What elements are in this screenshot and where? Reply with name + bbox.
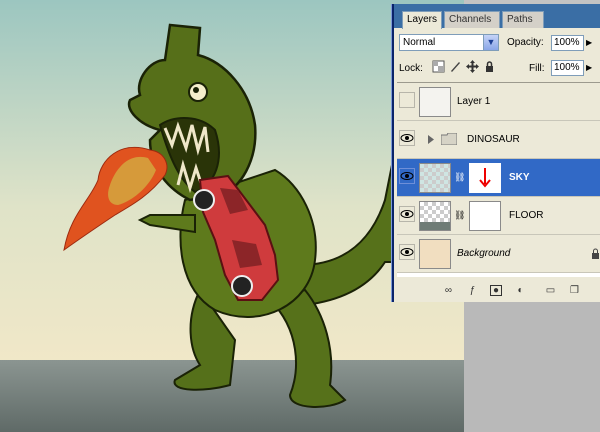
add-mask-icon[interactable]: ● — [490, 285, 502, 296]
tab-layers[interactable]: Layers — [402, 11, 442, 29]
panel-tab-bar: Layers Channels Paths — [394, 4, 600, 29]
new-group-icon[interactable]: ▭ — [544, 285, 557, 297]
layer-thumbnail — [419, 87, 451, 117]
layer-style-icon[interactable]: ƒ — [466, 285, 479, 297]
chevron-down-icon[interactable]: ▼ — [483, 35, 498, 50]
lock-label: Lock: — [399, 63, 423, 74]
lock-all-icon[interactable] — [483, 60, 496, 73]
opacity-slider-arrow-icon[interactable]: ▶ — [586, 38, 592, 47]
layer-name: Layer 1 — [457, 96, 491, 107]
lock-image-pixels-icon[interactable] — [449, 60, 462, 73]
layers-panel: Layers Channels Paths Normal ▼ Opacity: … — [392, 4, 600, 302]
eye-icon — [400, 210, 414, 218]
fill-slider-arrow-icon[interactable]: ▶ — [586, 63, 592, 72]
adjustment-layer-icon[interactable]: ◐ — [514, 285, 527, 297]
link-layers-icon[interactable]: ∞ — [442, 285, 455, 297]
eye-icon — [400, 248, 414, 256]
fill-input[interactable]: 100% — [551, 60, 584, 76]
layer-row-dinosaur[interactable]: DINOSAUR — [397, 121, 600, 159]
opacity-label: Opacity: — [507, 37, 544, 48]
layer-thumbnail — [419, 239, 451, 269]
layer-name: SKY — [509, 172, 530, 183]
visibility-toggle[interactable] — [399, 206, 415, 222]
fill-label: Fill: — [529, 63, 545, 74]
layers-panel-footer: ∞ ƒ ● ◐ ▭ ❐ — [394, 282, 600, 302]
eye-icon — [400, 134, 414, 142]
visibility-toggle[interactable] — [399, 130, 415, 146]
lock-position-icon[interactable] — [466, 60, 479, 73]
blend-mode-select[interactable]: Normal ▼ — [399, 34, 499, 51]
lock-transparent-pixels-icon[interactable] — [432, 60, 445, 73]
blend-mode-value: Normal — [403, 37, 436, 48]
new-layer-icon[interactable]: ❐ — [568, 285, 581, 297]
layer-name: FLOOR — [509, 210, 544, 221]
layer-row-background[interactable]: Background — [397, 235, 600, 273]
mask-link-icon[interactable]: ⛓ — [454, 210, 465, 221]
visibility-toggle[interactable] — [399, 92, 415, 108]
layer-mask-thumbnail[interactable] — [469, 201, 501, 231]
layer-row-sky[interactable]: ⛓ SKY — [397, 159, 600, 197]
layers-list: Layer 1 DINOSAUR ⛓ SKY ⛓ FLOOR Backgroun… — [397, 82, 600, 277]
workspace-background — [464, 300, 600, 432]
lock-icon — [592, 248, 599, 259]
layer-row-floor[interactable]: ⛓ FLOOR — [397, 197, 600, 235]
layer-thumbnail — [419, 163, 451, 193]
down-arrow-icon — [479, 168, 491, 188]
layer-name: DINOSAUR — [467, 134, 520, 145]
expand-arrow-icon[interactable] — [427, 135, 435, 144]
visibility-toggle[interactable] — [399, 168, 415, 184]
visibility-toggle[interactable] — [399, 244, 415, 260]
opacity-input[interactable]: 100% — [551, 35, 584, 51]
folder-icon — [441, 133, 457, 145]
layer-name: Background — [457, 248, 511, 259]
mask-link-icon[interactable]: ⛓ — [454, 172, 465, 183]
layer-mask-thumbnail[interactable] — [469, 163, 501, 193]
eye-icon — [400, 172, 414, 180]
layer-row-layer-1[interactable]: Layer 1 — [397, 83, 600, 121]
tab-paths[interactable]: Paths — [502, 11, 544, 28]
layer-thumbnail — [419, 201, 451, 231]
tab-channels[interactable]: Channels — [444, 11, 500, 28]
